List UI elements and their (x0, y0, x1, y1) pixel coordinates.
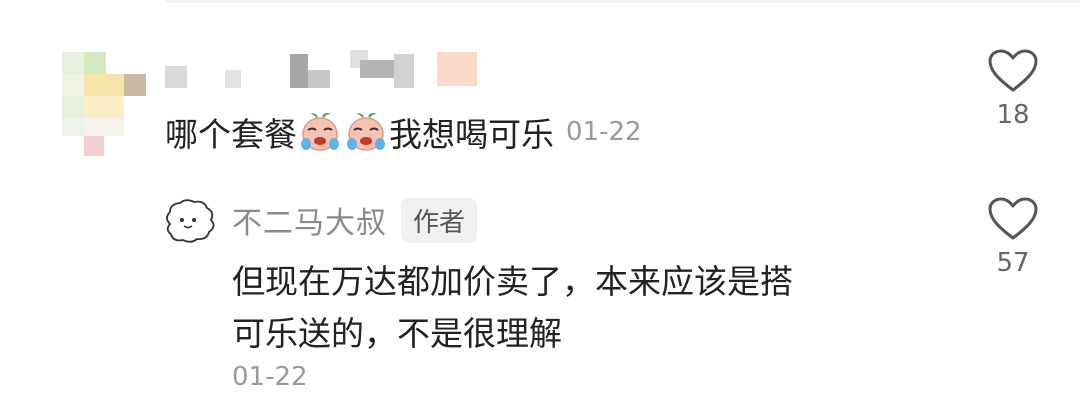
heart-outline-icon[interactable] (987, 196, 1039, 242)
reply-author: 不二马大叔 作者 (232, 197, 478, 243)
reply-text-line: 但现在万达都加价卖了，本来应该是搭 (232, 262, 793, 301)
reply-author-avatar[interactable] (162, 198, 216, 244)
crying-face-emoji-icon (347, 112, 385, 151)
heart-outline-icon[interactable] (987, 48, 1039, 94)
divider (165, 0, 1080, 3)
reply-like-count: 57 (996, 248, 1030, 278)
commenter-username[interactable] (165, 50, 485, 90)
comment-text-part1: 哪个套餐 (165, 115, 297, 154)
comment-like-count: 18 (996, 100, 1030, 130)
reply-author-name[interactable]: 不二马大叔 (232, 198, 387, 242)
author-badge: 作者 (401, 197, 478, 243)
comment-like-button[interactable]: 18 (978, 48, 1048, 130)
comment-text-part2: 我想喝可乐 (389, 115, 554, 154)
crying-face-emoji-icon (301, 112, 339, 151)
reply-text: 但现在万达都加价卖了，本来应该是搭 可乐送的，不是很理解 (232, 256, 932, 360)
comment-thread: 哪个套餐 我想喝可乐 01-22 18 不二马大叔 作者 但现在万达都加价卖了，… (0, 0, 1080, 420)
comment-text: 哪个套餐 我想喝可乐 01-22 (165, 106, 642, 158)
commenter-avatar[interactable] (62, 52, 146, 156)
comment-date: 01-22 (566, 117, 642, 147)
reply-text-line: 可乐送的，不是很理解 (232, 314, 562, 353)
reply-date: 01-22 (232, 362, 308, 392)
reply-like-button[interactable]: 57 (978, 196, 1048, 278)
